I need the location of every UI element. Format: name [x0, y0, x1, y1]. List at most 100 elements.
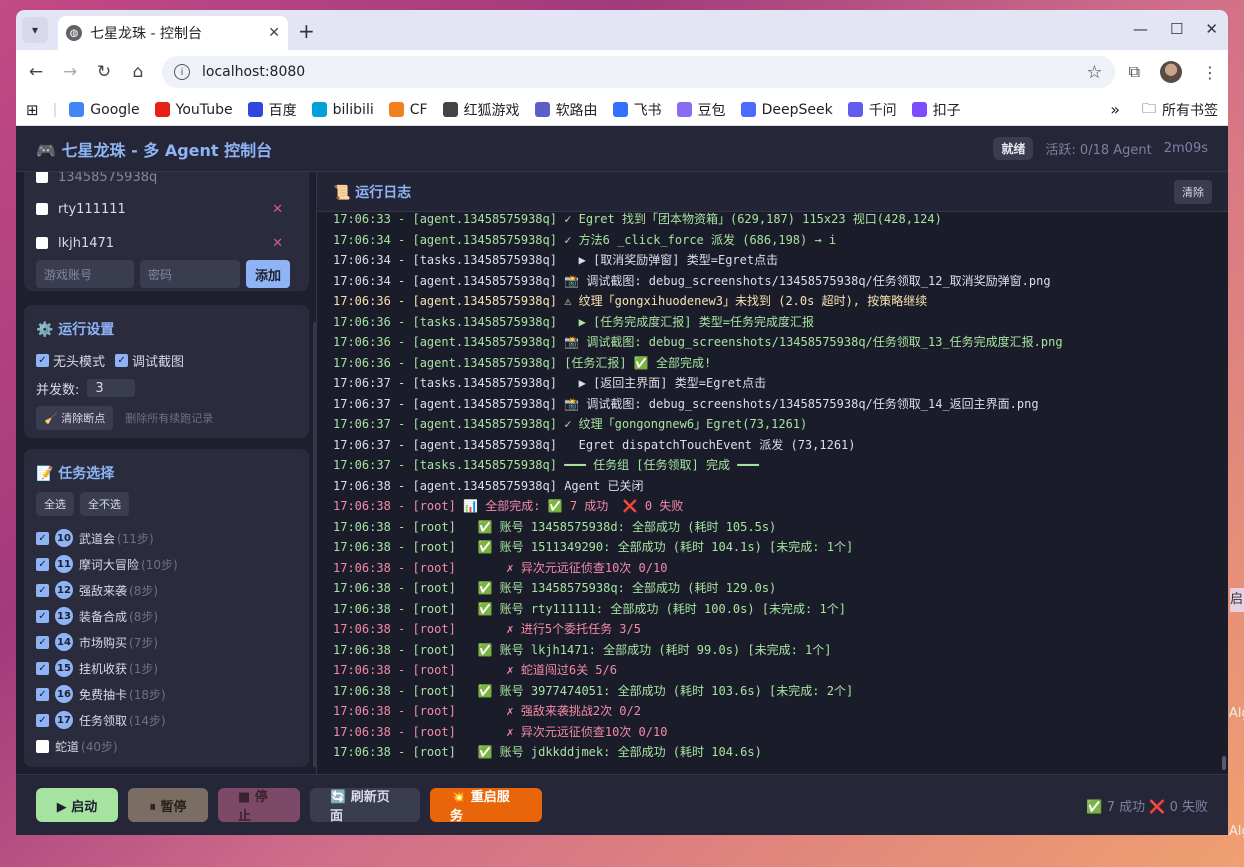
folder-icon: 🗀 [1142, 100, 1156, 117]
window-controls: — ☐ ✕ [1133, 20, 1218, 38]
select-all-button[interactable]: 全选 [36, 492, 74, 516]
task-checkbox[interactable]: ✓ [36, 713, 49, 727]
tab-search-button[interactable]: ▾ [22, 17, 48, 43]
account-checkbox[interactable] [36, 203, 48, 215]
task-checkbox[interactable]: ✓ [36, 635, 49, 649]
bookmark-item[interactable]: 软路由 [534, 100, 598, 120]
bookmark-item[interactable]: 红狐游戏 [442, 100, 520, 120]
account-checkbox[interactable] [36, 237, 48, 249]
forward-icon[interactable]: → [60, 62, 80, 82]
task-item[interactable]: ✓ 10 武道会 (11步) [24, 525, 309, 551]
task-list: ✓ 10 武道会 (11步) ✓ 11 摩诃大冒险 (10步) ✓ 12 强敌来袭 (8步) ✓ 13 装备… [24, 525, 309, 759]
bookmark-item[interactable]: bilibili [311, 100, 374, 120]
task-item[interactable]: ✓ 12 强敌来袭 (8步) [24, 577, 309, 603]
task-item[interactable]: ✓ 14 市场购买 (7步) [24, 629, 309, 655]
account-row-partial[interactable]: 13458575938q [24, 172, 309, 192]
active-tab[interactable]: ◍ 七星龙珠 - 控制台 ✕ [58, 16, 288, 50]
log-scrollbar[interactable] [1222, 756, 1226, 770]
log-line: 17:06:33 - [agent.13458575938q] ✓ Egret … [333, 212, 942, 226]
task-checkbox[interactable]: ✓ [36, 583, 49, 597]
delete-account-icon[interactable]: ✕ [272, 236, 283, 251]
task-checkbox[interactable]: ✓ [36, 687, 49, 701]
task-item[interactable]: ✓ 15 挂机收获 (1步) [24, 655, 309, 681]
task-checkbox[interactable]: ✓ [36, 609, 49, 623]
tab-close-icon[interactable]: ✕ [268, 25, 280, 41]
task-item[interactable]: ✓ 16 免费抽卡 (18步) [24, 681, 309, 707]
log-line: 17:06:38 - [root] ✗ 异次元远征侦查10次 0/10 [333, 724, 668, 739]
bookmark-label: CF [409, 101, 428, 118]
refresh-page-button[interactable]: 🔄 刷新页面 [310, 788, 420, 824]
bookmark-item[interactable]: 飞书 [612, 100, 662, 120]
address-bar[interactable]: i localhost:8080 ☆ [162, 56, 1115, 88]
minimize-icon[interactable]: — [1133, 20, 1148, 38]
task-name: 武道会 [79, 531, 116, 546]
password-input[interactable]: 密码 [140, 260, 240, 288]
bookmark-item[interactable]: YouTube [154, 100, 233, 120]
headless-checkbox[interactable]: ✓ [36, 353, 49, 367]
restart-service-button[interactable]: 💥 重启服务 [430, 788, 542, 824]
task-checkbox[interactable]: ✓ [36, 661, 49, 675]
clear-log-button[interactable]: 清除 [1174, 179, 1212, 204]
tab-bar: ▾ ◍ 七星龙珠 - 控制台 ✕ + — ☐ ✕ [16, 10, 1228, 50]
desktop-edge-label-1[interactable]: 启 [1230, 588, 1244, 612]
more-bookmarks-icon[interactable]: » [1110, 100, 1120, 119]
bookmark-label: 红狐游戏 [463, 102, 520, 119]
bookmark-label: Google [90, 101, 140, 118]
bookmark-item[interactable]: 百度 [247, 100, 297, 120]
bookmark-favicon-icon [911, 102, 927, 117]
account-row[interactable]: lkjh1471 ✕ [24, 226, 309, 260]
bookmark-item[interactable]: Google [69, 100, 140, 120]
site-info-icon[interactable]: i [174, 64, 190, 80]
menu-kebab-icon[interactable]: ⋮ [1202, 63, 1218, 82]
close-window-icon[interactable]: ✕ [1205, 20, 1218, 38]
bookmark-item[interactable]: CF [388, 100, 428, 120]
bookmark-favicon-icon [388, 102, 404, 117]
uptime: 2m09s [1163, 141, 1208, 156]
bookmark-favicon-icon [311, 102, 327, 117]
account-name: lkjh1471 [58, 235, 115, 251]
add-account-button[interactable]: 添加 [246, 260, 290, 288]
reload-icon[interactable]: ↻ [94, 62, 114, 82]
game-account-input[interactable]: 游戏账号 [36, 260, 134, 288]
stop-button[interactable]: ■ 停止 [218, 788, 300, 824]
account-checkbox[interactable] [36, 172, 48, 183]
task-item[interactable]: ✓ 11 摩诃大冒险 (10步) [24, 551, 309, 577]
log-line: 17:06:37 - [tasks.13458575938q] ━━━ 任务组 … [333, 458, 759, 472]
debug-screenshot-checkbox[interactable]: ✓ [115, 353, 129, 367]
task-checkbox[interactable]: ✓ [36, 531, 49, 545]
task-checkbox[interactable] [36, 739, 49, 753]
start-button[interactable]: ▶ 启动 [36, 788, 118, 822]
bookmark-favicon-icon [612, 102, 628, 117]
url-text: localhost:8080 [202, 64, 306, 80]
apps-grid-icon[interactable]: ⊞ [26, 101, 39, 119]
home-icon[interactable]: ⌂ [128, 62, 148, 82]
concurrency-input[interactable]: 3 [87, 379, 136, 397]
extensions-icon[interactable]: ⧉ [1129, 62, 1140, 82]
globe-icon: ◍ [66, 25, 82, 41]
bookmark-star-icon[interactable]: ☆ [1086, 62, 1102, 83]
task-item[interactable]: ✓ 17 任务领取 (14步) [24, 707, 309, 733]
pause-button[interactable]: ⏸ 暂停 [128, 788, 208, 822]
task-name: 任务领取 [79, 713, 128, 728]
all-bookmarks-folder[interactable]: 🗀 所有书签 [1142, 98, 1218, 122]
bookmark-item[interactable]: DeepSeek [740, 100, 833, 120]
bookmark-label: 飞书 [633, 102, 662, 119]
clear-checkpoint-hint: 删除所有续跑记录 [125, 412, 214, 425]
bookmark-item[interactable]: 扣子 [911, 100, 961, 120]
task-checkbox[interactable]: ✓ [36, 557, 49, 571]
active-agents: 活跃: 0/18 Agent [1045, 143, 1152, 158]
profile-avatar[interactable] [1160, 61, 1182, 83]
tasks-title: 📝 任务选择 [36, 466, 115, 482]
account-row[interactable]: rty111111 ✕ [24, 192, 309, 226]
back-icon[interactable]: ← [26, 62, 46, 82]
bookmark-item[interactable]: 豆包 [676, 100, 726, 120]
task-item[interactable]: 蛇道 (40步) [24, 733, 309, 759]
select-none-button[interactable]: 全不选 [80, 492, 129, 516]
clear-checkpoint-button[interactable]: 🧹 清除断点 [36, 406, 114, 430]
task-item[interactable]: ✓ 13 装备合成 (8步) [24, 603, 309, 629]
maximize-icon[interactable]: ☐ [1170, 20, 1183, 38]
bookmark-item[interactable]: 千问 [847, 100, 897, 120]
delete-account-icon[interactable]: ✕ [272, 202, 283, 217]
log-line: 17:06:38 - [root] ✅ 账号 lkjh1471: 全部成功 (耗… [333, 642, 832, 657]
new-tab-button[interactable]: + [298, 19, 315, 43]
